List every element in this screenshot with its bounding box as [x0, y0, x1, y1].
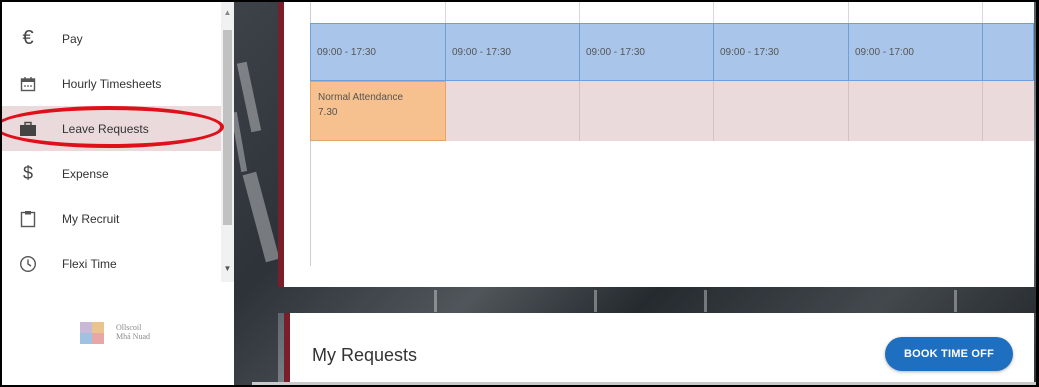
sidebar-nav: € Pay Hourly Timesheets Leave Requests $…	[2, 16, 221, 286]
schedule-header-ticks	[310, 2, 1034, 23]
shift-time: 09:00 - 17:30	[586, 46, 645, 58]
page-scrollbar[interactable]	[252, 382, 1036, 385]
shift-time: 09:00 - 17:30	[720, 46, 779, 58]
shift-time: 09:00 - 17:30	[317, 46, 376, 58]
clipboard-icon	[18, 209, 38, 229]
my-requests-card: My Requests BOOK TIME OFF	[284, 313, 1034, 385]
sidebar-item-label: Pay	[62, 31, 83, 46]
sidebar-item-my-recruit[interactable]: My Recruit	[2, 196, 221, 241]
shift-block[interactable]: 09:00 - 17:30	[445, 23, 580, 81]
shift-block[interactable]: 09:00 - 17:00	[848, 23, 983, 81]
sidebar-item-label: Hourly Timesheets	[62, 76, 162, 91]
euro-icon: €	[22, 27, 34, 49]
scroll-up-arrow-icon[interactable]: ▲	[221, 8, 234, 18]
logo-line1: Ollscoil	[116, 323, 142, 332]
sidebar-item-leave-requests[interactable]: Leave Requests	[2, 106, 221, 151]
sidebar-item-label: Flexi Time	[62, 256, 117, 271]
clock-icon	[18, 254, 38, 274]
sidebar-item-label: Leave Requests	[62, 121, 149, 136]
attendance-row: Normal Attendance 7.30	[310, 81, 1034, 141]
logo-crest-icon	[78, 318, 110, 346]
shift-block[interactable]: 09:00 - 17:30	[310, 23, 446, 81]
shift-row: 09:00 - 17:30 09:00 - 17:30 09:00 - 17:3…	[310, 23, 1034, 81]
shift-time: 09:00 - 17:30	[452, 46, 511, 58]
app-frame: € Pay Hourly Timesheets Leave Requests $…	[2, 2, 1036, 385]
calendar-icon	[18, 74, 38, 94]
university-logo: Ollscoil Mhá Nuad	[78, 318, 150, 346]
sidebar-item-hourly-timesheets[interactable]: Hourly Timesheets	[2, 61, 221, 106]
shift-block[interactable]: 09:00 - 17:30	[579, 23, 714, 81]
attendance-hours: 7.30	[318, 107, 338, 118]
sidebar-item-label: My Recruit	[62, 211, 120, 226]
briefcase-icon	[18, 119, 38, 139]
logo-line2: Mhá Nuad	[116, 332, 150, 341]
attendance-block[interactable]: Normal Attendance 7.30	[310, 81, 446, 141]
shift-time: 09:00 - 17:00	[855, 46, 914, 58]
my-requests-title: My Requests	[312, 345, 418, 365]
shift-block[interactable]	[982, 23, 1034, 81]
sidebar-item-expense[interactable]: $ Expense	[2, 151, 221, 196]
attendance-label: Normal Attendance	[318, 92, 404, 103]
scrollbar-thumb[interactable]	[223, 30, 232, 225]
book-time-off-button[interactable]: BOOK TIME OFF	[885, 337, 1013, 371]
sidebar-item-pay[interactable]: € Pay	[2, 16, 221, 61]
scroll-down-arrow-icon[interactable]: ▼	[221, 264, 234, 274]
sidebar-item-label: Expense	[62, 166, 109, 181]
shift-block[interactable]: 09:00 - 17:30	[713, 23, 849, 81]
sidebar: € Pay Hourly Timesheets Leave Requests $…	[2, 2, 234, 385]
card-accent-bar	[278, 2, 284, 287]
dollar-icon: $	[22, 163, 33, 183]
sidebar-item-flexi-time[interactable]: Flexi Time	[2, 241, 221, 286]
